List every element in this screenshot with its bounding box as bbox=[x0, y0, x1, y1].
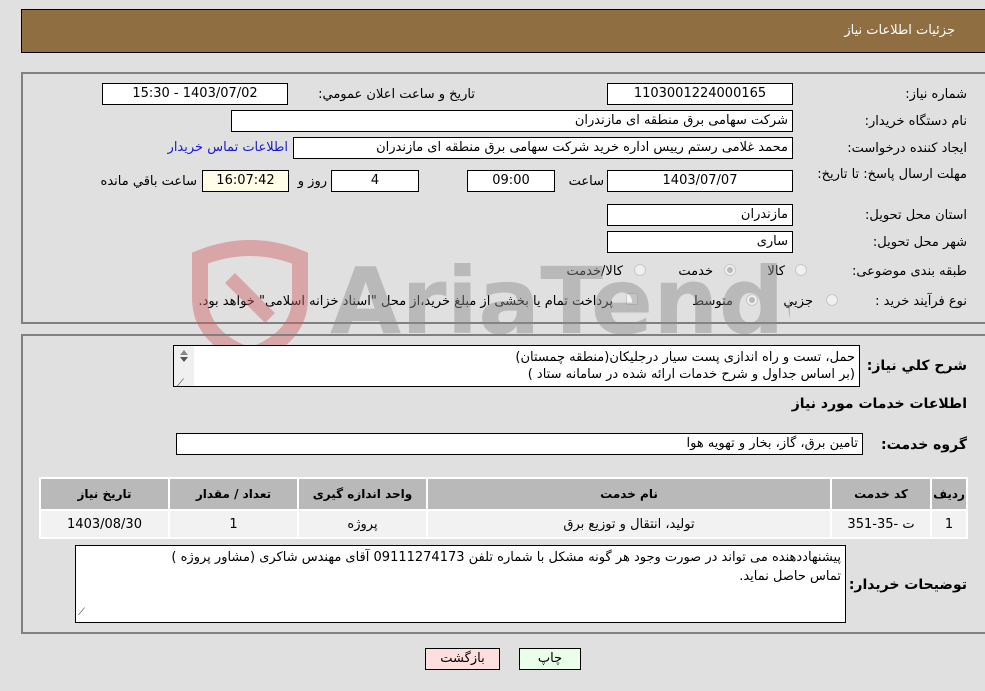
need-number-field[interactable]: 1103001224000165 bbox=[607, 83, 793, 105]
remaining-time-label: ساعت باقي مانده bbox=[100, 174, 197, 189]
remaining-time-field: 16:07:42 bbox=[202, 170, 289, 192]
col-header-service-code: کد خدمت bbox=[832, 479, 930, 509]
category-radio-service[interactable] bbox=[724, 264, 736, 276]
treasury-note: پرداخت تمام یا بخشی از مبلغ خرید،از محل … bbox=[198, 294, 613, 309]
scroll-down-icon[interactable] bbox=[180, 357, 188, 362]
resize-grip-icon[interactable]: ⟋ bbox=[177, 374, 184, 393]
services-section-title: اطلاعات خدمات مورد نياز bbox=[791, 396, 967, 412]
col-header-unit: واحد اندازه گیری bbox=[299, 479, 426, 509]
deadline-label: مهلت ارسال پاسخ: تا تاریخ: bbox=[817, 167, 967, 182]
deadline-time-field[interactable]: 09:00 bbox=[467, 170, 555, 192]
buyer-contact-link[interactable]: اطلاعات تماس خریدار bbox=[168, 140, 288, 155]
category-option-goods-service: کالا/خدمت bbox=[566, 264, 623, 279]
delivery-province-field[interactable]: مازندران bbox=[607, 204, 793, 226]
services-table-wrapper: ردیف کد خدمت نام خدمت واحد اندازه گیری ت… bbox=[39, 477, 968, 539]
resize-grip-icon[interactable]: ⟋ bbox=[78, 603, 85, 622]
buyer-notes-line-2: تماس حاصل نماید. bbox=[739, 569, 841, 584]
requester-field[interactable]: محمد غلامی رستم رییس اداره خرید شرکت سها… bbox=[293, 137, 793, 159]
cell-need-date: 1403/08/30 bbox=[41, 511, 168, 537]
cell-service-code: ت -35-351 bbox=[832, 511, 930, 537]
purchase-radio-medium[interactable] bbox=[746, 294, 758, 306]
category-radio-goods-service[interactable] bbox=[634, 264, 646, 276]
purchase-type-label: نوع فرآیند خرید : bbox=[875, 294, 967, 309]
days-label: روز و bbox=[297, 174, 327, 189]
buyer-notes-textarea[interactable]: پیشنهاددهنده می تواند در صورت وجود هر گو… bbox=[75, 545, 846, 623]
cell-row-number: 1 bbox=[932, 511, 966, 537]
category-label: طبقه بندی موضوعی: bbox=[851, 264, 967, 279]
delivery-province-label: استان محل تحویل: bbox=[865, 208, 967, 223]
description-label: شرح كلي نياز: bbox=[866, 358, 967, 374]
purchase-option-minor: جزيي bbox=[783, 294, 813, 309]
cell-unit: پروژه bbox=[299, 511, 426, 537]
category-option-service: خدمت bbox=[678, 264, 713, 279]
need-number-label: شماره نیاز: bbox=[905, 87, 967, 102]
cell-quantity: 1 bbox=[170, 511, 297, 537]
description-line-2: (بر اساس جداول و شرح خدمات ارائه شده در … bbox=[527, 367, 855, 382]
requester-label: ایجاد کننده درخواست: bbox=[847, 141, 967, 156]
cell-service-name: تولید، انتقال و توزیع برق bbox=[428, 511, 830, 537]
category-option-goods: کالا bbox=[767, 264, 785, 279]
page-header: جزئیات اطلاعات نیاز bbox=[21, 9, 985, 53]
description-scrollbar[interactable]: ⟋ bbox=[174, 346, 194, 389]
deadline-date-field[interactable]: 1403/07/07 bbox=[607, 170, 793, 192]
print-button[interactable]: چاپ bbox=[519, 648, 581, 670]
col-header-need-date: تاریخ نیاز bbox=[41, 479, 168, 509]
buyer-notes-label: توضیحات خریدار: bbox=[848, 577, 967, 593]
services-table: ردیف کد خدمت نام خدمت واحد اندازه گیری ت… bbox=[39, 477, 968, 539]
purchase-radio-minor[interactable] bbox=[826, 294, 838, 306]
delivery-city-label: شهر محل تحویل: bbox=[872, 235, 967, 250]
description-textarea[interactable]: حمل، تست و راه اندازی پست سیار درجلیکان(… bbox=[173, 345, 860, 389]
buyer-org-label: نام دستگاه خریدار: bbox=[864, 114, 967, 129]
page-title: جزئیات اطلاعات نیاز bbox=[844, 23, 955, 38]
col-header-service-name: نام خدمت bbox=[428, 479, 830, 509]
delivery-city-field[interactable]: ساری bbox=[607, 231, 793, 253]
deadline-time-label: ساعت bbox=[568, 174, 604, 189]
back-button[interactable]: بازگشت bbox=[425, 648, 500, 670]
purchase-option-medium: متوسط bbox=[692, 294, 733, 309]
category-radio-goods[interactable] bbox=[795, 264, 807, 276]
remaining-days-field[interactable]: 4 bbox=[331, 170, 419, 192]
scroll-up-icon[interactable] bbox=[180, 350, 188, 355]
service-group-label: گروه خدمت: bbox=[881, 437, 967, 453]
announce-datetime-field[interactable]: 1403/07/02 - 15:30 bbox=[102, 83, 288, 105]
announce-datetime-label: تاریخ و ساعت اعلان عمومي: bbox=[318, 87, 475, 102]
buyer-org-field[interactable]: شرکت سهامی برق منطقه ای مازندران bbox=[231, 110, 793, 132]
buyer-notes-line-1: پیشنهاددهنده می تواند در صورت وجود هر گو… bbox=[171, 550, 841, 565]
table-row: 1 ت -35-351 تولید، انتقال و توزیع برق پر… bbox=[41, 511, 966, 537]
col-header-quantity: تعداد / مقدار bbox=[170, 479, 297, 509]
treasury-checkbox[interactable] bbox=[626, 293, 638, 305]
service-group-field[interactable]: تامین برق، گاز، بخار و تهویه هوا bbox=[176, 433, 863, 455]
table-header-row: ردیف کد خدمت نام خدمت واحد اندازه گیری ت… bbox=[41, 479, 966, 509]
col-header-row-number: ردیف bbox=[932, 479, 966, 509]
